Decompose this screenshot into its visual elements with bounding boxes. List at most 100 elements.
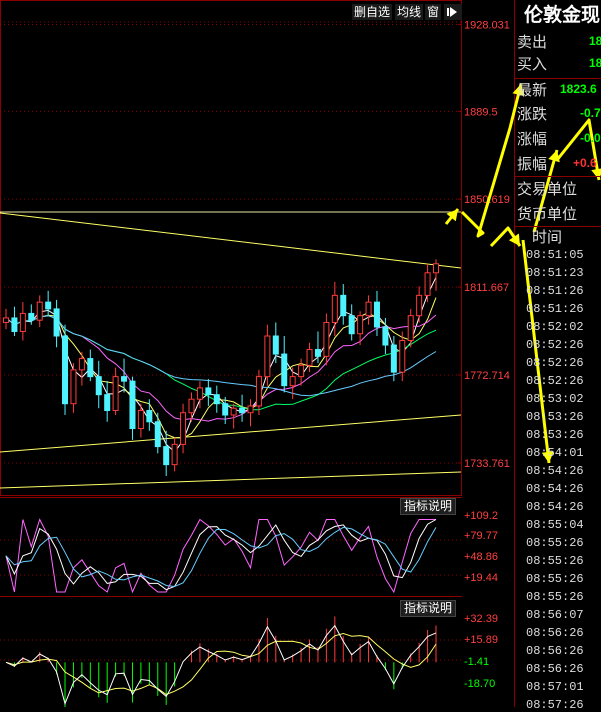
candle-body	[36, 301, 43, 321]
quote-value-4: -0.0	[580, 131, 601, 145]
candle-body	[281, 353, 288, 387]
candle-body	[239, 407, 246, 414]
time-list-item: 08:51:05	[526, 248, 584, 262]
time-list-item: 08:55:26	[526, 590, 584, 604]
time-list-item: 08:54:26	[526, 482, 584, 496]
candle-body	[78, 358, 85, 371]
candle-body	[28, 312, 35, 321]
candle-body	[407, 315, 414, 342]
candle-body	[289, 376, 296, 387]
candle-body	[104, 394, 111, 411]
candle-body	[357, 315, 364, 335]
price-tick-label: 1928.031	[464, 19, 510, 31]
candle-body	[230, 407, 237, 416]
candle-body	[87, 358, 94, 378]
candle-body	[365, 301, 372, 317]
time-list-item: 08:53:02	[526, 392, 584, 406]
time-list-item: 08:56:26	[526, 662, 584, 676]
time-list-item: 08:52:26	[526, 338, 584, 352]
indicator-1-tick-label: +109.2	[464, 510, 498, 522]
delete-watchlist-button[interactable]: 删自选	[352, 4, 393, 20]
candle-body	[323, 321, 330, 357]
time-list-item: 08:55:26	[526, 536, 584, 550]
quote-value-1: 18	[589, 56, 601, 70]
candle-body	[264, 335, 271, 378]
indicator-1-tick-label: +48.86	[464, 551, 498, 563]
candle-body	[373, 301, 380, 328]
time-list-item: 08:53:26	[526, 428, 584, 442]
candle-body	[331, 294, 338, 323]
time-list-item: 08:52:26	[526, 356, 584, 370]
candle-body	[306, 349, 313, 366]
candle-body	[180, 412, 187, 445]
indicator-2-tick-label: -1.41	[464, 656, 489, 668]
candle-body	[171, 443, 178, 466]
candle-body	[129, 380, 136, 430]
quote-value-2: 1823.6	[560, 82, 597, 96]
candle-body	[399, 340, 406, 373]
indicator-2-help-button[interactable]: 指标说明	[400, 600, 457, 617]
candle-body	[255, 376, 262, 407]
window-button[interactable]: 窗	[425, 4, 442, 20]
quote-label-3: 涨跌	[517, 105, 548, 123]
quote-label-2: 最新	[517, 81, 548, 99]
time-list-item: 08:57:01	[526, 680, 584, 694]
candle-body	[196, 387, 203, 400]
price-tick-label: 1772.714	[464, 370, 510, 382]
time-list-item: 08:56:26	[526, 644, 584, 658]
candle	[62, 324, 69, 415]
candle-body	[19, 312, 26, 332]
candle-body	[188, 398, 195, 414]
quote-value-5: +0.6	[573, 156, 597, 170]
time-list-item: 08:51:26	[526, 284, 584, 298]
candle-body	[11, 317, 18, 332]
indicator-1-tick-label: +79.77	[464, 530, 498, 542]
candle-body	[382, 326, 389, 346]
time-list-header: 时间	[532, 228, 563, 246]
price-tick-label: 1811.667	[464, 282, 509, 294]
time-list-item: 08:54:26	[526, 500, 584, 514]
candle-body	[314, 349, 321, 357]
candle-body	[340, 294, 347, 317]
candle-body	[70, 369, 77, 405]
candle-body	[154, 421, 161, 448]
candle-body	[433, 263, 439, 274]
time-list-item: 08:52:26	[526, 374, 584, 388]
indicator-1-tick-label: +19.44	[464, 572, 498, 584]
candle-body	[222, 403, 229, 416]
candle-body	[95, 376, 102, 396]
time-list-item: 08:57:26	[526, 698, 584, 712]
price-tick-label: 1733.761	[464, 458, 510, 470]
play-icon[interactable]	[444, 4, 462, 20]
candle-body	[121, 376, 128, 382]
candle-body	[390, 344, 397, 373]
time-list-item: 08:54:01	[526, 446, 584, 460]
chart-svg: 1928.0311889.51850.6191811.6671772.71417…	[0, 0, 601, 707]
candle-body	[348, 315, 355, 335]
time-list-item: 08:55:26	[526, 572, 584, 586]
candle-body	[298, 364, 305, 378]
candle-body	[213, 394, 220, 405]
candle-body	[146, 409, 153, 423]
time-list-item: 08:51:23	[526, 266, 584, 280]
candle-body	[3, 317, 9, 323]
moving-average-button[interactable]: 均线	[395, 4, 424, 20]
quote-label-6: 交易单位	[517, 180, 578, 198]
indicator-2-tick-label: +32.39	[464, 613, 498, 625]
time-list-item: 08:53:26	[526, 410, 584, 424]
time-list-item: 08:52:02	[526, 320, 584, 334]
indicator-2-tick-label: -18.70	[464, 678, 495, 690]
quote-label-4: 涨幅	[517, 130, 548, 148]
time-list-item: 08:55:26	[526, 554, 584, 568]
candle-body	[163, 446, 170, 466]
candle-body	[247, 405, 254, 414]
candle-body	[424, 272, 431, 296]
candle-body	[205, 387, 212, 396]
indicator-1-help-button[interactable]: 指标说明	[400, 498, 457, 515]
time-list-item: 08:56:26	[526, 626, 584, 640]
quote-label-7: 货币单位	[517, 205, 578, 223]
price-tick-label: 1889.5	[464, 106, 498, 118]
candle-body	[62, 335, 69, 405]
quote-value-3: -0.7	[580, 106, 601, 120]
candle-body	[45, 301, 52, 310]
